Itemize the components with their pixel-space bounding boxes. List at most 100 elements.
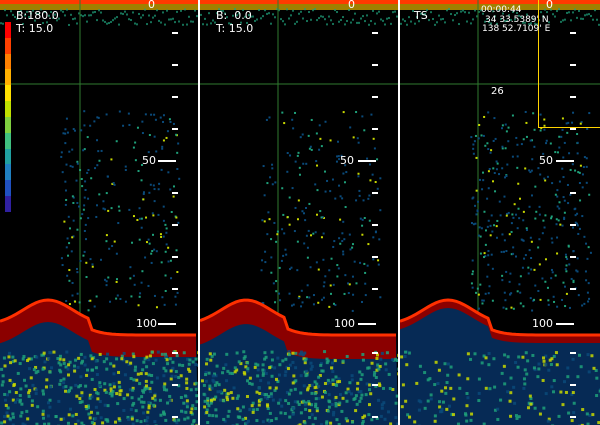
sub-bottom-echo (384, 368, 388, 372)
sub-bottom-echo (444, 386, 448, 390)
fish-echo (570, 277, 573, 280)
sub-bottom-echo (216, 390, 220, 394)
sub-bottom-echo (433, 383, 437, 387)
sub-bottom-echo (76, 419, 80, 423)
surface-noise (268, 12, 270, 15)
fish-echo (309, 145, 312, 148)
sub-bottom-echo (288, 415, 292, 419)
sub-bottom-echo (326, 378, 330, 382)
fish-echo (371, 173, 374, 176)
fish-echo (519, 197, 522, 200)
sub-bottom-echo (103, 382, 107, 386)
fish-echo (574, 207, 577, 210)
fish-echo (364, 294, 367, 297)
fish-echo (581, 304, 584, 307)
sub-bottom-echo (164, 369, 168, 373)
fish-echo (330, 292, 333, 295)
sub-bottom-echo (542, 356, 546, 360)
sub-bottom-echo (313, 386, 317, 390)
sub-bottom-echo (354, 409, 358, 413)
surface-noise (148, 14, 150, 17)
fish-echo (341, 232, 344, 235)
fish-echo (72, 219, 75, 222)
fish-echo (66, 131, 69, 134)
sub-bottom-echo (62, 361, 66, 365)
surface-band (0, 0, 198, 4)
fish-echo (296, 240, 299, 243)
fish-echo (165, 231, 168, 234)
sub-bottom-echo (300, 352, 304, 356)
fish-echo (175, 249, 178, 252)
sub-bottom-echo (566, 366, 570, 370)
fish-echo (359, 261, 362, 264)
sub-bottom-echo (323, 390, 327, 394)
fish-echo (136, 126, 139, 129)
fish-echo (550, 215, 553, 218)
fish-echo (531, 309, 534, 312)
sub-bottom-echo (88, 416, 92, 420)
surface-noise (150, 21, 152, 24)
sub-bottom-echo (355, 387, 359, 391)
fish-echo (147, 284, 150, 287)
fish-echo (296, 154, 299, 157)
sub-bottom-echo (67, 413, 71, 417)
sub-bottom-echo (215, 364, 219, 368)
fish-echo (539, 298, 542, 301)
surface-noise (450, 13, 452, 16)
sub-bottom-echo (211, 378, 215, 382)
sub-bottom-echo (307, 402, 311, 406)
sub-bottom-echo (59, 370, 63, 374)
fish-echo (64, 180, 67, 183)
sub-bottom-echo (269, 392, 273, 396)
fish-echo (65, 117, 68, 120)
echogram-panel-3[interactable]: TS 00:00:44 34 33.5389' N 138 52.7109' E… (400, 0, 600, 425)
sub-bottom-echo (187, 362, 191, 366)
sub-bottom-echo (466, 396, 470, 400)
fish-echo (489, 234, 492, 237)
fish-echo (71, 236, 74, 239)
sub-bottom-echo (226, 392, 230, 396)
fish-echo (262, 165, 265, 168)
fish-echo (525, 227, 528, 230)
surface-noise (330, 19, 332, 22)
surface-noise (176, 10, 178, 13)
ts-label: TS (414, 9, 428, 22)
sub-bottom-echo (446, 362, 450, 366)
fish-echo (554, 151, 557, 154)
sub-bottom-echo (27, 394, 31, 398)
fish-echo (80, 178, 83, 181)
sub-bottom-echo (150, 380, 154, 384)
surface-noise (206, 23, 208, 26)
fish-echo (567, 202, 570, 205)
sub-bottom-echo (522, 377, 526, 381)
sub-bottom-echo (106, 404, 110, 408)
fish-echo (359, 217, 362, 220)
fish-echo (484, 229, 487, 232)
fish-echo (134, 141, 137, 144)
fish-echo (541, 277, 544, 280)
fish-echo (86, 136, 89, 139)
fish-echo (297, 297, 300, 300)
fish-echo (544, 214, 547, 217)
fish-echo (547, 303, 550, 306)
sub-bottom-echo (257, 386, 261, 390)
fish-echo (106, 175, 109, 178)
sub-bottom-echo (380, 351, 384, 355)
surface-noise (356, 21, 358, 24)
fish-echo (512, 307, 515, 310)
echogram-panel-1[interactable]: B:180.0 T: 15.0 0 50 100 (0, 0, 198, 425)
sub-bottom-echo (403, 354, 407, 358)
fish-echo (80, 129, 83, 132)
sub-bottom-echo (323, 382, 327, 386)
fish-echo (297, 199, 300, 202)
sub-bottom-echo (502, 364, 506, 368)
sub-bottom-echo (319, 363, 323, 367)
fish-echo (64, 128, 67, 131)
fish-echo (358, 194, 361, 197)
fish-echo (286, 170, 289, 173)
fish-echo (353, 260, 356, 263)
echogram-panel-2[interactable]: B: 0.0 T: 15.0 0 50 100 (200, 0, 398, 425)
fish-echo (155, 250, 158, 253)
sub-bottom-echo (59, 379, 63, 383)
surface-noise (434, 23, 436, 26)
